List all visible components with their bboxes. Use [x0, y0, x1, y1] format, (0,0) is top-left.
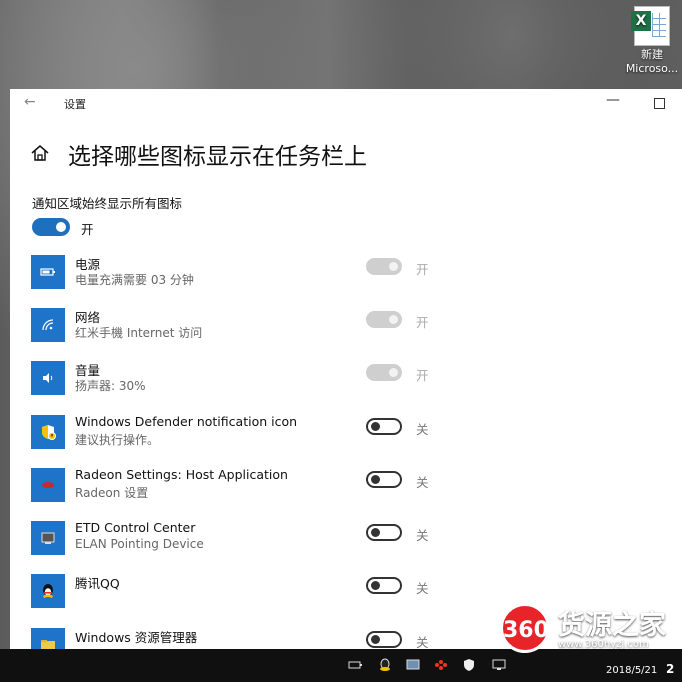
- item-toggle-state: 关: [416, 635, 429, 649]
- maximize-icon[interactable]: [654, 98, 665, 109]
- notification-item: ETD Control Center ELAN Pointing Device 关: [31, 520, 671, 561]
- item-name: Windows 资源管理器: [75, 630, 198, 645]
- item-toggle-state: 关: [416, 475, 429, 490]
- title-bar: ← 设置 —: [10, 89, 682, 117]
- item-subtitle: 电量充满需要 03 分钟: [75, 273, 194, 287]
- item-toggle[interactable]: [366, 631, 402, 648]
- item-toggle: [366, 258, 402, 275]
- item-toggle-state: 开: [416, 315, 429, 330]
- defender-tray-icon[interactable]: [462, 659, 476, 671]
- back-arrow-icon[interactable]: ←: [24, 94, 36, 110]
- item-toggle-state: 关: [416, 422, 429, 437]
- item-toggle-state: 关: [416, 528, 429, 543]
- file-explorer-icon: [31, 628, 65, 649]
- item-toggle: [366, 311, 402, 328]
- qq-tray-icon[interactable]: [378, 658, 392, 671]
- home-icon[interactable]: [30, 143, 50, 163]
- item-toggle-state: 开: [416, 368, 429, 383]
- wifi-icon: [31, 308, 65, 342]
- battery-tray-icon[interactable]: [348, 659, 362, 671]
- item-toggle: [366, 364, 402, 381]
- always-show-label: 通知区域始终显示所有图标: [32, 196, 183, 211]
- desktop-icon-label-2: Microso...: [625, 62, 679, 75]
- watermark-url: www.360hyzj.com: [558, 639, 649, 650]
- item-toggle[interactable]: [366, 418, 402, 435]
- taskbar-date[interactable]: 2018/5/21: [606, 665, 657, 676]
- notification-item: 音量 扬声器: 30% 开: [31, 361, 671, 401]
- item-toggle-state: 开: [416, 262, 429, 277]
- item-toggle[interactable]: [366, 471, 402, 488]
- speaker-icon: [31, 361, 65, 395]
- battery-icon: [31, 255, 65, 289]
- item-toggle-state: 关: [416, 581, 429, 596]
- window-title: 设置: [64, 98, 86, 111]
- notification-item: Windows Defender notification icon 建议执行操作…: [31, 414, 671, 455]
- defender-shield-icon: [31, 415, 65, 449]
- item-toggle[interactable]: [366, 577, 402, 594]
- item-subtitle: 建议执行操作。: [75, 433, 160, 447]
- item-name: 腾讯QQ: [75, 576, 120, 591]
- always-show-toggle[interactable]: [32, 218, 70, 236]
- page-title: 选择哪些图标显示在任务栏上: [68, 144, 367, 170]
- item-toggle[interactable]: [366, 524, 402, 541]
- item-name: ETD Control Center: [75, 520, 196, 535]
- watermark-text: 货源之家: [558, 610, 666, 641]
- watermark: 360 货源之家 www.360hyzj.com: [500, 603, 682, 663]
- touchpad-tray-icon[interactable]: [406, 659, 420, 671]
- minimize-icon[interactable]: —: [606, 92, 620, 108]
- radeon-icon: [31, 468, 65, 502]
- touchpad-icon: [31, 521, 65, 555]
- desktop-icon-label-1: 新建: [641, 48, 663, 61]
- notification-count[interactable]: 2: [666, 662, 674, 676]
- notification-item: 网络 红米手機 Internet 访问开: [31, 308, 671, 348]
- item-name: Windows Defender notification icon: [75, 414, 298, 429]
- settings-window: ← 设置 — 选择哪些图标显示在任务栏上 通知区域始终显示所有图标 开 电源 电量…: [10, 89, 682, 649]
- desktop-excel-file[interactable]: X 新建 Microso...: [624, 6, 680, 76]
- radeon-tray-icon[interactable]: [434, 659, 448, 671]
- always-show-state: 开: [81, 222, 94, 237]
- notification-item: 电源 电量充满需要 03 分钟开: [31, 255, 671, 295]
- item-name: Radeon Settings: Host Application: [75, 467, 288, 482]
- excel-file-icon: X: [631, 6, 670, 46]
- item-subtitle: 扬声器: 30%: [75, 379, 146, 393]
- watermark-logo: 360: [500, 603, 550, 653]
- item-subtitle: Radeon 设置: [75, 486, 149, 500]
- item-subtitle: 红米手機 Internet 访问: [75, 326, 203, 340]
- item-subtitle: ELAN Pointing Device: [75, 537, 204, 551]
- qq-penguin-icon: [31, 574, 65, 608]
- notification-item: Radeon Settings: Host Application Radeon …: [31, 467, 671, 508]
